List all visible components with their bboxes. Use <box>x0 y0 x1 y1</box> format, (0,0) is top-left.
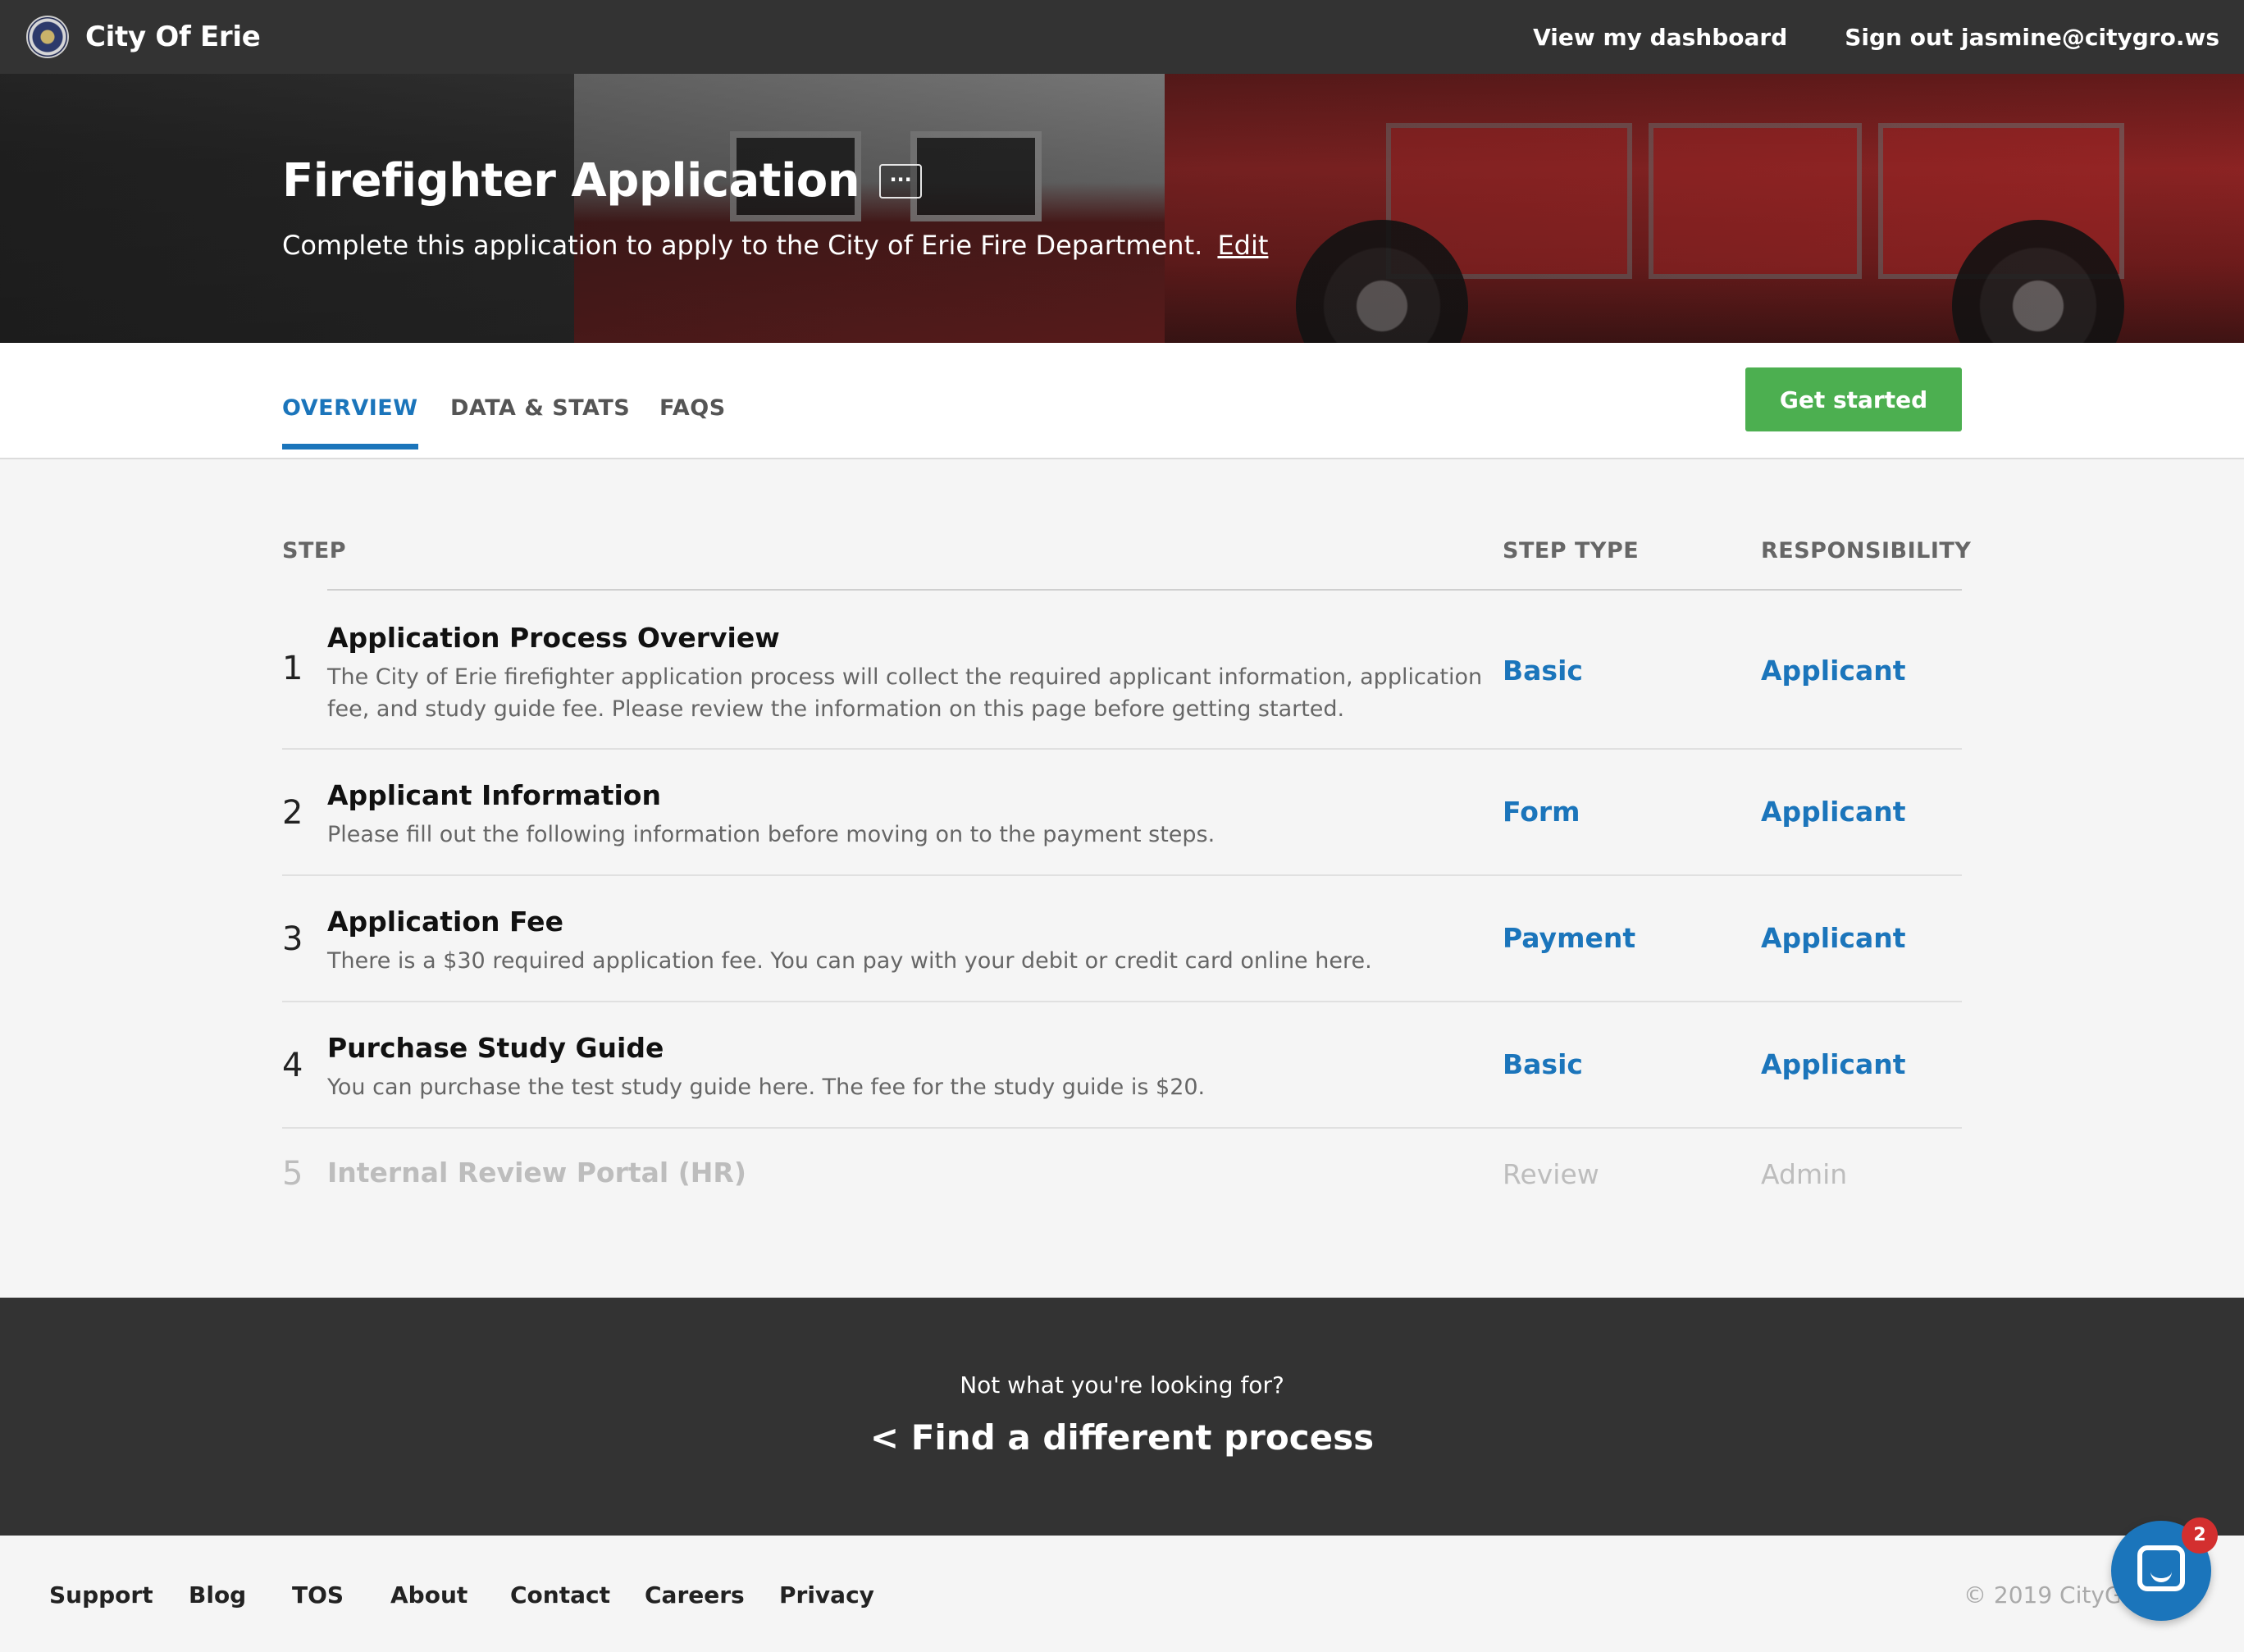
hero-overlay <box>0 74 2244 343</box>
step-number: 1 <box>282 650 303 687</box>
nav-right: View my dashboard Sign out jasmine@cityg… <box>1475 24 2219 51</box>
footer: Support Blog TOS About Contact Careers P… <box>0 1536 2244 1652</box>
step-title[interactable]: Applicant Information <box>327 779 661 811</box>
step-title[interactable]: Purchase Study Guide <box>327 1032 664 1064</box>
footer-link-support[interactable]: Support <box>49 1581 153 1609</box>
tab-overview[interactable]: OVERVIEW <box>282 395 418 450</box>
hero-banner: Firefighter Application ··· Complete thi… <box>0 74 2244 343</box>
step-type[interactable]: Form <box>1503 796 1580 828</box>
step-responsibility[interactable]: Applicant <box>1761 655 1906 687</box>
footer-link-privacy[interactable]: Privacy <box>779 1581 874 1609</box>
step-title: Internal Review Portal (HR) <box>327 1157 746 1189</box>
step-type[interactable]: Basic <box>1503 655 1583 687</box>
step-description: There is a $30 required application fee.… <box>327 948 1372 974</box>
step-description: The City of Erie firefighter application… <box>327 664 1483 722</box>
tab-bar: OVERVIEW DATA & STATS FAQS Get started <box>0 343 2244 459</box>
step-row: 5 Internal Review Portal (HR) Review Adm… <box>282 1129 1962 1219</box>
step-row[interactable]: 1 Application Process Overview The City … <box>282 591 1962 750</box>
step-number: 2 <box>282 794 303 832</box>
hero-title-row: Firefighter Application ··· <box>282 154 923 208</box>
top-navbar: City Of Erie View my dashboard Sign out … <box>0 0 2244 74</box>
brand[interactable]: City Of Erie <box>26 16 261 58</box>
chat-unread-badge: 2 <box>2182 1517 2218 1554</box>
sign-out-link[interactable]: Sign out jasmine@citygro.ws <box>1845 24 2219 51</box>
step-description: You can purchase the test study guide he… <box>327 1075 1206 1100</box>
footer-link-tos[interactable]: TOS <box>292 1581 344 1609</box>
footer-link-careers[interactable]: Careers <box>645 1581 745 1609</box>
step-responsibility[interactable]: Applicant <box>1761 796 1906 828</box>
step-number: 3 <box>282 920 303 958</box>
tab-faqs[interactable]: FAQS <box>659 395 726 444</box>
step-row[interactable]: 4 Purchase Study Guide You can purchase … <box>282 1002 1962 1129</box>
header-step: STEP <box>282 538 347 564</box>
city-seal-logo <box>26 16 69 58</box>
step-type: Review <box>1503 1158 1599 1190</box>
step-row[interactable]: 2 Applicant Information Please fill out … <box>282 750 1962 876</box>
header-responsibility: RESPONSIBILITY <box>1761 538 1972 564</box>
step-responsibility[interactable]: Applicant <box>1761 1048 1906 1080</box>
find-different-process-link[interactable]: < Find a different process <box>0 1417 2244 1458</box>
not-looking-for-text: Not what you're looking for? <box>960 1371 1284 1399</box>
step-title[interactable]: Application Process Overview <box>327 622 780 654</box>
edit-link[interactable]: Edit <box>1217 230 1268 261</box>
step-title[interactable]: Application Fee <box>327 906 563 938</box>
step-row[interactable]: 3 Application Fee There is a $30 require… <box>282 876 1962 1002</box>
brand-name: City Of Erie <box>85 21 261 53</box>
footer-link-contact[interactable]: Contact <box>510 1581 610 1609</box>
step-responsibility[interactable]: Applicant <box>1761 922 1906 954</box>
step-type[interactable]: Basic <box>1503 1048 1583 1080</box>
step-description: Please fill out the following informatio… <box>327 822 1216 847</box>
page-title: Firefighter Application <box>282 154 860 208</box>
page-subtitle: Complete this application to apply to th… <box>282 230 1268 261</box>
header-step-type: STEP TYPE <box>1503 538 1640 564</box>
tab-data-stats[interactable]: DATA & STATS <box>450 395 630 444</box>
view-dashboard-link[interactable]: View my dashboard <box>1533 24 1787 51</box>
step-number: 4 <box>282 1047 303 1084</box>
step-type[interactable]: Payment <box>1503 922 1635 954</box>
chat-icon <box>2137 1545 2185 1591</box>
footer-link-blog[interactable]: Blog <box>189 1581 246 1609</box>
more-options-button[interactable]: ··· <box>879 163 923 199</box>
subtitle-text: Complete this application to apply to th… <box>282 230 1203 261</box>
step-number: 5 <box>282 1155 303 1193</box>
find-process-band: Not what you're looking for? < Find a di… <box>0 1298 2244 1536</box>
get-started-button[interactable]: Get started <box>1745 367 1962 431</box>
copyright: © 2019 CityGro <box>1964 1581 2119 1609</box>
step-responsibility: Admin <box>1761 1158 1848 1190</box>
footer-link-about[interactable]: About <box>390 1581 468 1609</box>
